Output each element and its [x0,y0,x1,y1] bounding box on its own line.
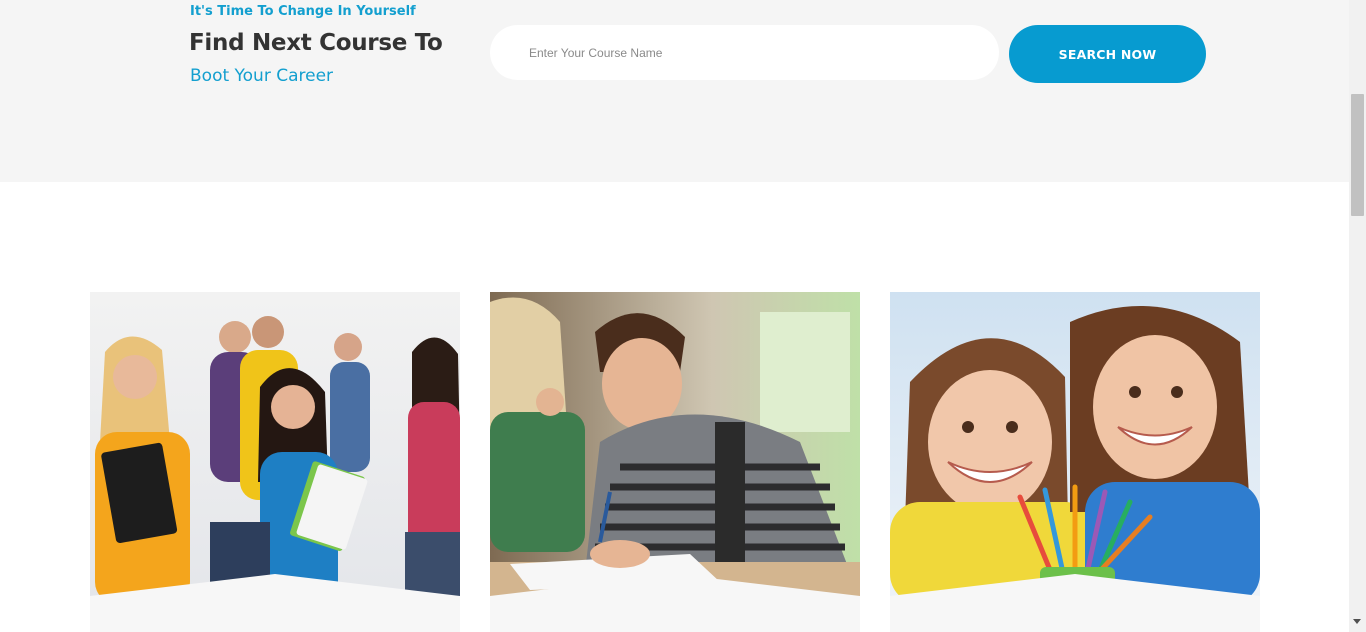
course-card[interactable] [890,292,1260,632]
course-image-smiling-girls[interactable] [890,292,1260,604]
hero-subline: Boot Your Career [190,66,334,86]
course-image-student-writing[interactable] [490,292,860,604]
course-card[interactable] [490,292,860,632]
scroll-down-arrow-icon[interactable] [1353,619,1361,624]
card-notch-divider [490,574,860,604]
course-image-students-group[interactable] [90,292,460,604]
hero-headline: Find Next Course To [189,30,443,56]
course-search-input[interactable] [490,25,999,80]
search-now-button[interactable]: SEARCH NOW [1009,25,1206,83]
course-search-section: It's Time To Change In Yourself Find Nex… [0,0,1349,182]
card-notch-divider [890,574,1260,604]
scrollbar-thumb[interactable] [1351,94,1364,216]
page-scrollbar[interactable] [1349,0,1366,632]
course-card[interactable] [90,292,460,632]
hero-tagline: It's Time To Change In Yourself [190,4,416,19]
card-notch-divider [90,574,460,604]
